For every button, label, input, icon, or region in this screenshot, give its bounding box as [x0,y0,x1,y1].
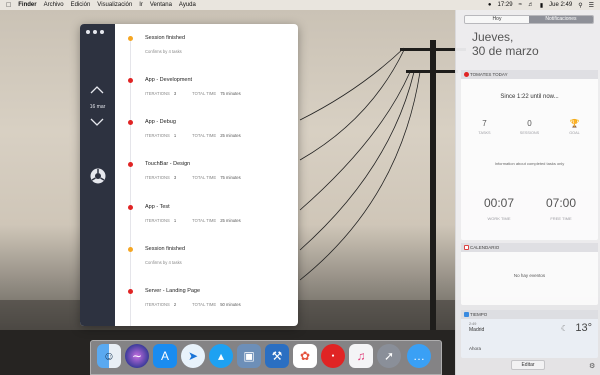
menu-finder[interactable]: Finder [18,2,36,8]
status-dot [128,162,133,167]
widget-title: TOMATES TODAY [470,72,508,77]
chevron-up-icon[interactable] [89,84,105,96]
widget-header: TOMATES TODAY [461,70,598,79]
moon-icon: ☾ [560,324,568,333]
entry-title: TouchBar - Design [145,161,191,167]
launchpad-icon[interactable]: ➚ [377,344,401,368]
wifi-icon[interactable]: ≈ [519,2,522,8]
entry-title: App - Test [145,204,170,210]
status-time[interactable]: 17:29 [498,2,513,8]
sidebar: 16 mar [80,24,115,326]
entry-stats: ITERATIONS 3 TOTAL TIME 75 minutes [145,91,241,96]
work-time-value: 00:07 [483,196,515,210]
menu-ventana[interactable]: Ventana [150,2,172,8]
status-dot [128,205,133,210]
photos-icon[interactable]: ✿ [293,344,317,368]
status-dot [128,78,133,83]
weather-widget: TIEMPO 2:49 Madrid ☾ 13° Ahora [461,310,598,358]
menu-ir[interactable]: Ir [139,2,143,8]
tab-today[interactable]: Hoy [465,16,529,23]
window-controls[interactable] [86,30,104,34]
entry-title: App - Debug [145,119,176,125]
free-time-label: FREE TIME [550,216,572,221]
menu-clock[interactable]: Jue 2:49 [549,2,572,8]
notification-center-icon[interactable]: ☰ [589,2,594,9]
status-dot [128,247,133,252]
battery-icon[interactable]: ▮ [540,2,543,9]
gear-icon[interactable]: ⚙ [589,362,595,370]
safari-icon[interactable]: ➤ [181,344,205,368]
day-date: 30 de marzo [472,44,539,58]
entry-stats: ITERATIONS 1 TOTAL TIME 25 minutes [145,218,241,223]
weather-now-label: Ahora [469,346,482,351]
weather-temp: 13° [575,322,592,334]
status-dot [128,289,133,294]
tasks-stat: 7 TASKS [478,119,491,135]
weather-time: 2:49 [469,322,477,326]
siri-icon[interactable]: ∼ [125,344,149,368]
entry-subtitle: Confirms by 4 tasks [145,260,182,265]
app-store-icon[interactable]: A [153,344,177,368]
status-dot [128,120,133,125]
menu-bar:  Finder Archivo Edición Visualización I… [0,0,600,10]
trophy-icon: 🏆 [569,119,580,128]
session-feed: Session finished Confirms by 4 tasks App… [115,24,298,326]
widget-title: CALENDARIO [470,245,500,250]
calendar-widget: CALENDARIO No hay eventos [461,243,598,305]
weather-city: Madrid [469,327,485,333]
menu-ayuda[interactable]: Ayuda [179,2,196,8]
weather-app-icon [464,312,469,317]
goal-stat: 🏆 GOAL [557,119,592,135]
current-date-label: 16 mar [89,104,106,110]
chevron-down-icon[interactable] [89,116,105,128]
entry-title: App - Development [145,77,193,83]
work-time-label: WORK TIME [487,216,511,221]
itunes-icon[interactable]: ♫ [349,344,373,368]
entry-stats: ITERATIONS 3 TOTAL TIME 75 minutes [145,175,241,180]
entry-subtitle: Confirms by 4 tasks [145,49,182,54]
tab-notifications[interactable]: Notificaciones [529,16,593,23]
status-dot [128,36,133,41]
app-logo-icon [89,167,107,185]
since-label: Since 1:22 until now... [500,94,559,100]
free-time-value: 07:00 [545,196,577,210]
preview-icon[interactable]: ▣ [237,344,261,368]
menu-edicion[interactable]: Edición [71,2,91,8]
widget-header: TIEMPO [461,310,598,319]
calendar-icon [464,245,469,250]
no-events-label: No hay eventos [513,273,546,278]
widget-title: TIEMPO [470,312,488,317]
messages-icon[interactable]: … [407,344,431,368]
dock: ☺ ∼ A ➤ ▴ ▣ ⚒ ✿ ● ♫ ➚ … [90,340,442,375]
info-label: Information about completed tasks only [494,161,565,166]
entry-title: Session finished [145,246,186,252]
entry-title: Session finished [145,35,186,41]
spotlight-icon[interactable]: ⚲ [578,2,582,9]
widget-header: CALENDARIO [461,243,598,252]
nc-tabs: Hoy Notificaciones [464,15,594,24]
day-name: Jueves, [472,30,514,44]
menu-archivo[interactable]: Archivo [44,2,64,8]
sessions-stat: 0 SESSIONS [519,119,540,135]
tomato-app-icon[interactable]: ● [321,344,345,368]
apple-icon[interactable]:  [6,2,11,9]
menu-visualizacion[interactable]: Visualización [97,2,132,8]
finder-icon[interactable]: ☺ [97,344,121,368]
tomato-icon [464,72,469,77]
edit-button[interactable]: Editar [511,360,545,370]
xcode-icon[interactable]: ⚒ [265,344,289,368]
twitter-icon[interactable]: ▴ [209,344,233,368]
volume-icon[interactable]: ♬ [528,2,534,8]
tomates-window: 16 mar Session finished Confirms by 4 ta… [80,24,298,326]
entry-stats: ITERATIONS 2 TOTAL TIME 50 minutes [145,302,241,307]
notification-center: Hoy Notificaciones Jueves, 30 de marzo T… [455,10,600,375]
status-tomato-icon[interactable]: ● [488,2,492,8]
tomates-widget: TOMATES TODAY Since 1:22 until now... 7 … [461,70,598,240]
entry-stats: ITERATIONS 1 TOTAL TIME 25 minutes [145,133,241,138]
entry-title: Server - Landing Page [145,288,201,294]
